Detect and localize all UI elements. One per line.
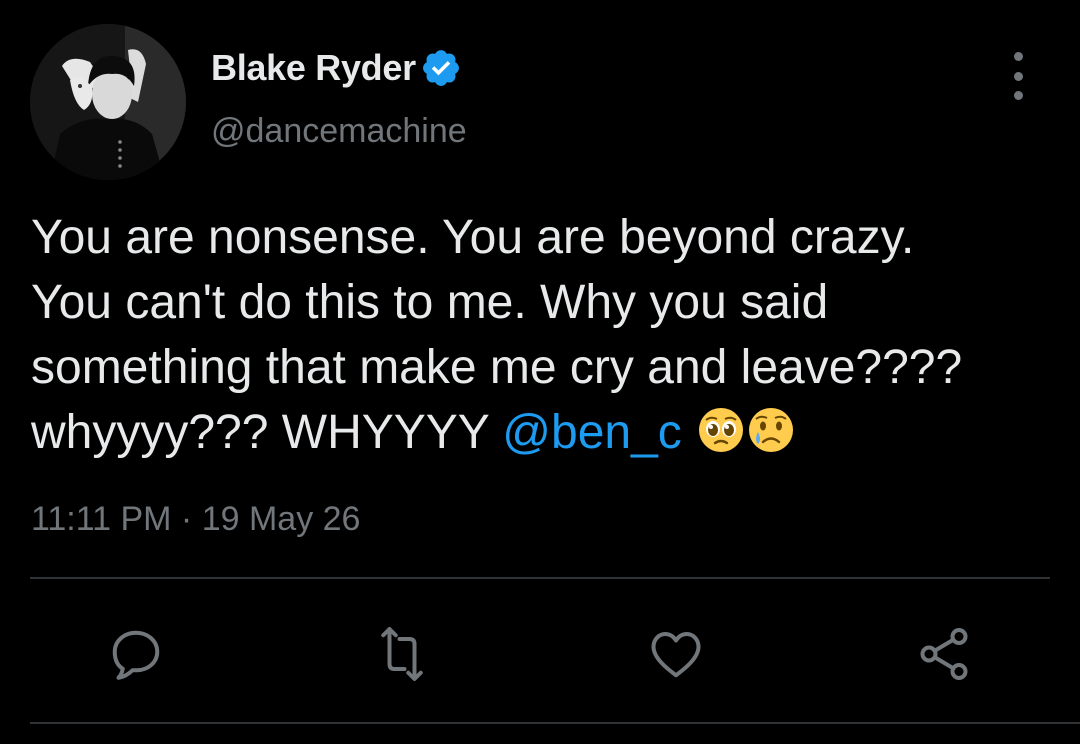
more-dot [1013,52,1023,61]
heart-icon [651,632,701,678]
reply-button[interactable] [104,622,168,686]
like-button[interactable] [644,622,708,686]
share-button[interactable] [912,622,976,686]
tweet-line: You are nonsense. You are beyond crazy. [31,211,915,264]
pleading-face-emoji-icon [697,406,745,454]
author-name-row[interactable]: Blake Ryder [211,44,462,92]
tweet-text: You are nonsense. You are beyond crazy. … [31,205,1061,465]
verified-badge-icon [420,47,462,89]
mention-link[interactable]: @ben_c [502,406,682,459]
reply-icon [112,630,160,680]
tweet-timestamp[interactable]: 11:11 PM · 19 May 26 [31,500,360,539]
user-handle[interactable]: @dancemachine [211,112,467,151]
display-name[interactable]: Blake Ryder [211,47,416,89]
tweet-line: You can't do this to me. Why you said [31,276,829,329]
more-options-icon[interactable] [1000,52,1036,100]
divider [30,722,1080,724]
retweet-button[interactable] [370,622,434,686]
tweet-line-text: whyyyy??? WHYYYY [31,406,503,459]
profile-photo-icon [30,24,186,180]
tweet-line: something that make me cry and leave???? [31,341,963,394]
tweet-line-last: whyyyy??? WHYYYY @ben_c [31,400,1061,465]
divider [30,577,1050,579]
more-dot [1013,71,1023,81]
crying-face-emoji-icon [747,406,795,454]
retweet-icon [381,627,423,681]
more-dot [1013,91,1023,100]
share-icon [920,628,968,680]
avatar[interactable] [30,24,186,180]
tweet-detail: Blake Ryder @dancemachine You are nonsen… [0,0,1080,744]
